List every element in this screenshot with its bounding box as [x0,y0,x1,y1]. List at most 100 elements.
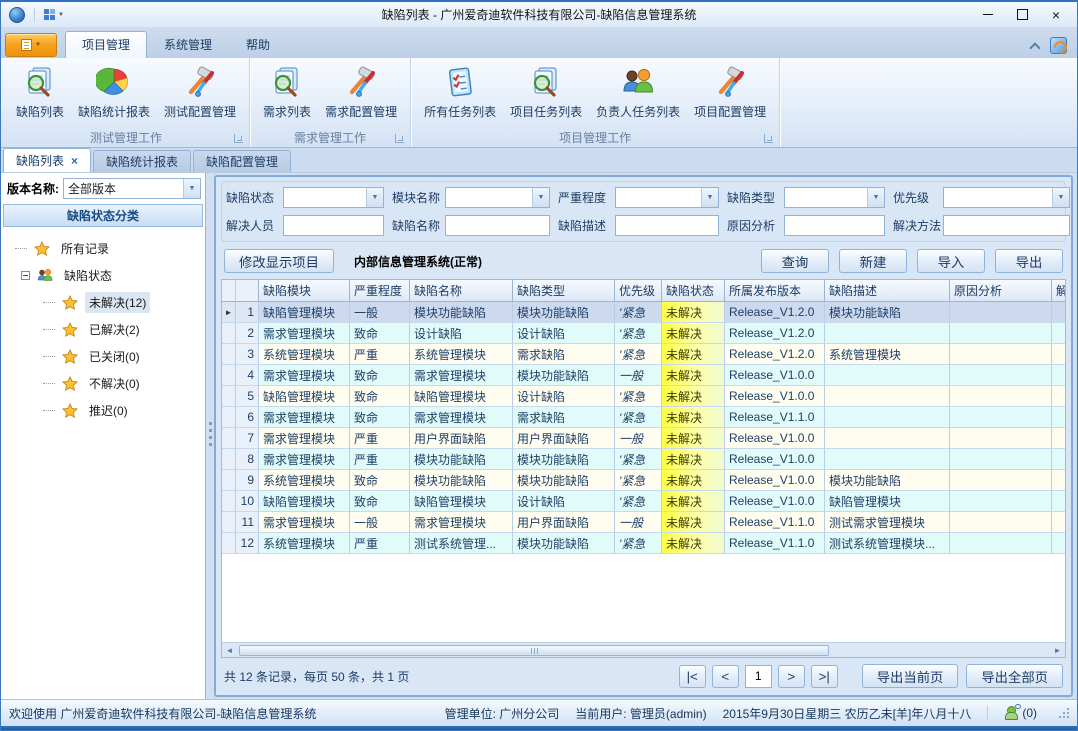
filter-select-模块名称[interactable]: ▼ [445,187,550,208]
table-row[interactable]: 6需求管理模块致命需求管理模块需求缺陷'紧急未解决Release_V1.1.0 [222,407,1065,428]
filter-select-缺陷类型[interactable]: ▼ [784,187,885,208]
table-row[interactable]: 4需求管理模块致命需求管理模块模块功能缺陷一般未解决Release_V1.0.0 [222,365,1065,386]
filter-input-field[interactable] [616,216,718,235]
tree-item-已关闭(0)[interactable]: 已关闭(0) [1,343,205,370]
ribbon-button-项目任务列表[interactable]: 项目任务列表 [503,62,589,123]
ribbon-button-项目配置管理[interactable]: 项目配置管理 [687,62,773,123]
filter-input-缺陷描述[interactable] [615,215,719,236]
modify-display-items-button[interactable]: 修改显示项目 [224,249,334,273]
table-row[interactable]: ►1缺陷管理模块一般模块功能缺陷模块功能缺陷'紧急未解决Release_V1.2… [222,302,1065,323]
table-row[interactable]: 5缺陷管理模块致命缺陷管理模块设计缺陷'紧急未解决Release_V1.0.0 [222,386,1065,407]
ribbon-tab-系统管理[interactable]: 系统管理 [147,31,229,58]
version-select[interactable]: 全部版本 ▼ [63,178,201,199]
action-button-导入[interactable]: 导入 [917,249,985,273]
doc-tab-缺陷统计报表[interactable]: 缺陷统计报表 [93,150,191,172]
close-button[interactable]: × [1039,4,1073,25]
page-number-input[interactable]: 1 [745,665,772,688]
filter-input-缺陷名称[interactable] [445,215,550,236]
last-page-button[interactable]: >| [811,665,838,688]
column-header-缺陷名称[interactable]: 缺陷名称 [410,280,513,302]
filter-input-field[interactable] [284,216,383,235]
column-header-优先级[interactable]: 优先级 [615,280,662,302]
cell-优先级: '紧急 [615,302,662,323]
cell-优先级: '紧急 [615,407,662,428]
maximize-button[interactable] [1005,4,1039,25]
filter-input-解决人员[interactable] [283,215,384,236]
filter-input-field[interactable] [944,216,1069,235]
dialog-launcher-icon[interactable] [395,134,404,143]
close-tab-icon[interactable]: × [71,155,78,167]
ribbon-button-所有任务列表[interactable]: 所有任务列表 [417,62,503,123]
column-header-原因分析[interactable]: 原因分析 [950,280,1052,302]
action-button-新建[interactable]: 新建 [839,249,907,273]
filter-input-field[interactable] [785,216,884,235]
row-selector-cell [222,428,236,449]
action-button-查询[interactable]: 查询 [761,249,829,273]
tree-item-所有记录[interactable]: 所有记录 [1,235,205,262]
ribbon-group: 需求列表 需求配置管理需求管理工作 [250,58,411,147]
export-all-pages-button[interactable]: 导出全部页 [966,664,1063,688]
filter-select-优先级[interactable]: ▼ [943,187,1070,208]
table-row[interactable]: 9系统管理模块致命模块功能缺陷模块功能缺陷'紧急未解决Release_V1.0.… [222,470,1065,491]
tree-item-不解决(0)[interactable]: 不解决(0) [1,370,205,397]
ribbon-button-需求配置管理[interactable]: 需求配置管理 [318,62,404,123]
horizontal-scrollbar[interactable]: ◄ ► [222,642,1065,657]
doc-tab-缺陷配置管理[interactable]: 缺陷配置管理 [193,150,291,172]
ribbon-button-负责人任务列表[interactable]: 负责人任务列表 [589,62,687,123]
quick-access-toolbar-button[interactable]: ▼ [40,7,68,22]
tree-item-推迟(0)[interactable]: 推迟(0) [1,397,205,424]
dialog-launcher-icon[interactable] [234,134,243,143]
application-menu-button[interactable]: ▼ [5,33,57,57]
doc-tab-缺陷列表[interactable]: 缺陷列表× [3,148,91,172]
ribbon-button-缺陷统计报表[interactable]: 缺陷统计报表 [71,62,157,123]
table-row[interactable]: 7需求管理模块严重用户界面缺陷用户界面缺陷一般未解决Release_V1.0.0 [222,428,1065,449]
export-current-page-button[interactable]: 导出当前页 [862,664,959,688]
ribbon: 缺陷列表 缺陷统计报表 测试配置管理测试管理工作 需求列表 [1,58,1077,148]
tree-item-未解决(12)[interactable]: 未解决(12) [1,289,205,316]
first-page-button[interactable]: |< [679,665,706,688]
column-header-缺陷状态[interactable]: 缺陷状态 [662,280,725,302]
column-header-严重程度[interactable]: 严重程度 [350,280,410,302]
collapse-ribbon-icon[interactable] [1030,41,1040,51]
table-row[interactable]: 2需求管理模块致命设计缺陷设计缺陷'紧急未解决Release_V1.2.0 [222,323,1065,344]
ribbon-button-测试配置管理[interactable]: 测试配置管理 [157,62,243,123]
action-button-导出[interactable]: 导出 [995,249,1063,273]
filter-input-解决方法[interactable] [943,215,1070,236]
ribbon-button-缺陷列表[interactable]: 缺陷列表 [9,62,71,123]
cell-缺陷类型: 用户界面缺陷 [513,428,615,449]
minimize-button[interactable] [971,4,1005,25]
tree-item-缺陷状态[interactable]: 缺陷状态 [1,262,205,289]
ribbon-tab-项目管理[interactable]: 项目管理 [65,31,147,58]
ribbon-tab-帮助[interactable]: 帮助 [229,31,287,58]
resize-grip-icon[interactable] [1059,708,1069,718]
scrollbar-thumb[interactable] [239,645,829,656]
online-users-icon[interactable] [1004,706,1018,720]
filter-input-原因分析[interactable] [784,215,885,236]
collapse-expander-icon[interactable] [21,271,30,280]
ribbon-button-需求列表[interactable]: 需求列表 [256,62,318,123]
tree-item-已解决(2)[interactable]: 已解决(2) [1,316,205,343]
table-row[interactable]: 8需求管理模块严重模块功能缺陷模块功能缺陷'紧急未解决Release_V1.0.… [222,449,1065,470]
column-header-解决方法[interactable]: 解决方法 [1052,280,1065,302]
dialog-launcher-icon[interactable] [764,134,773,143]
column-header-所属发布版本[interactable]: 所属发布版本 [725,280,825,302]
help-icon[interactable] [1050,37,1067,54]
column-header-缺陷描述[interactable]: 缺陷描述 [825,280,950,302]
table-row[interactable]: 3系统管理模块严重系统管理模块需求缺陷'紧急未解决Release_V1.2.0系… [222,344,1065,365]
table-row[interactable]: 11需求管理模块一般需求管理模块用户界面缺陷一般未解决Release_V1.1.… [222,512,1065,533]
prev-page-button[interactable]: < [712,665,739,688]
sidebar-splitter[interactable] [206,173,214,699]
filter-select-严重程度[interactable]: ▼ [615,187,719,208]
filter-select-缺陷状态[interactable]: ▼ [283,187,384,208]
scroll-right-icon[interactable]: ► [1050,643,1065,657]
table-row[interactable]: 10缺陷管理模块致命缺陷管理模块设计缺陷'紧急未解决Release_V1.0.0… [222,491,1065,512]
column-header-缺陷模块[interactable]: 缺陷模块 [259,280,350,302]
cell-缺陷状态: 未解决 [662,470,725,491]
table-row[interactable]: 12系统管理模块严重测试系统管理...模块功能缺陷'紧急未解决Release_V… [222,533,1065,554]
next-page-button[interactable]: > [778,665,805,688]
cell-缺陷模块: 系统管理模块 [259,533,350,554]
column-header-缺陷类型[interactable]: 缺陷类型 [513,280,615,302]
filter-input-field[interactable] [446,216,549,235]
document-tab-strip: 缺陷列表×缺陷统计报表缺陷配置管理 [1,148,1077,173]
scroll-left-icon[interactable]: ◄ [222,643,237,657]
